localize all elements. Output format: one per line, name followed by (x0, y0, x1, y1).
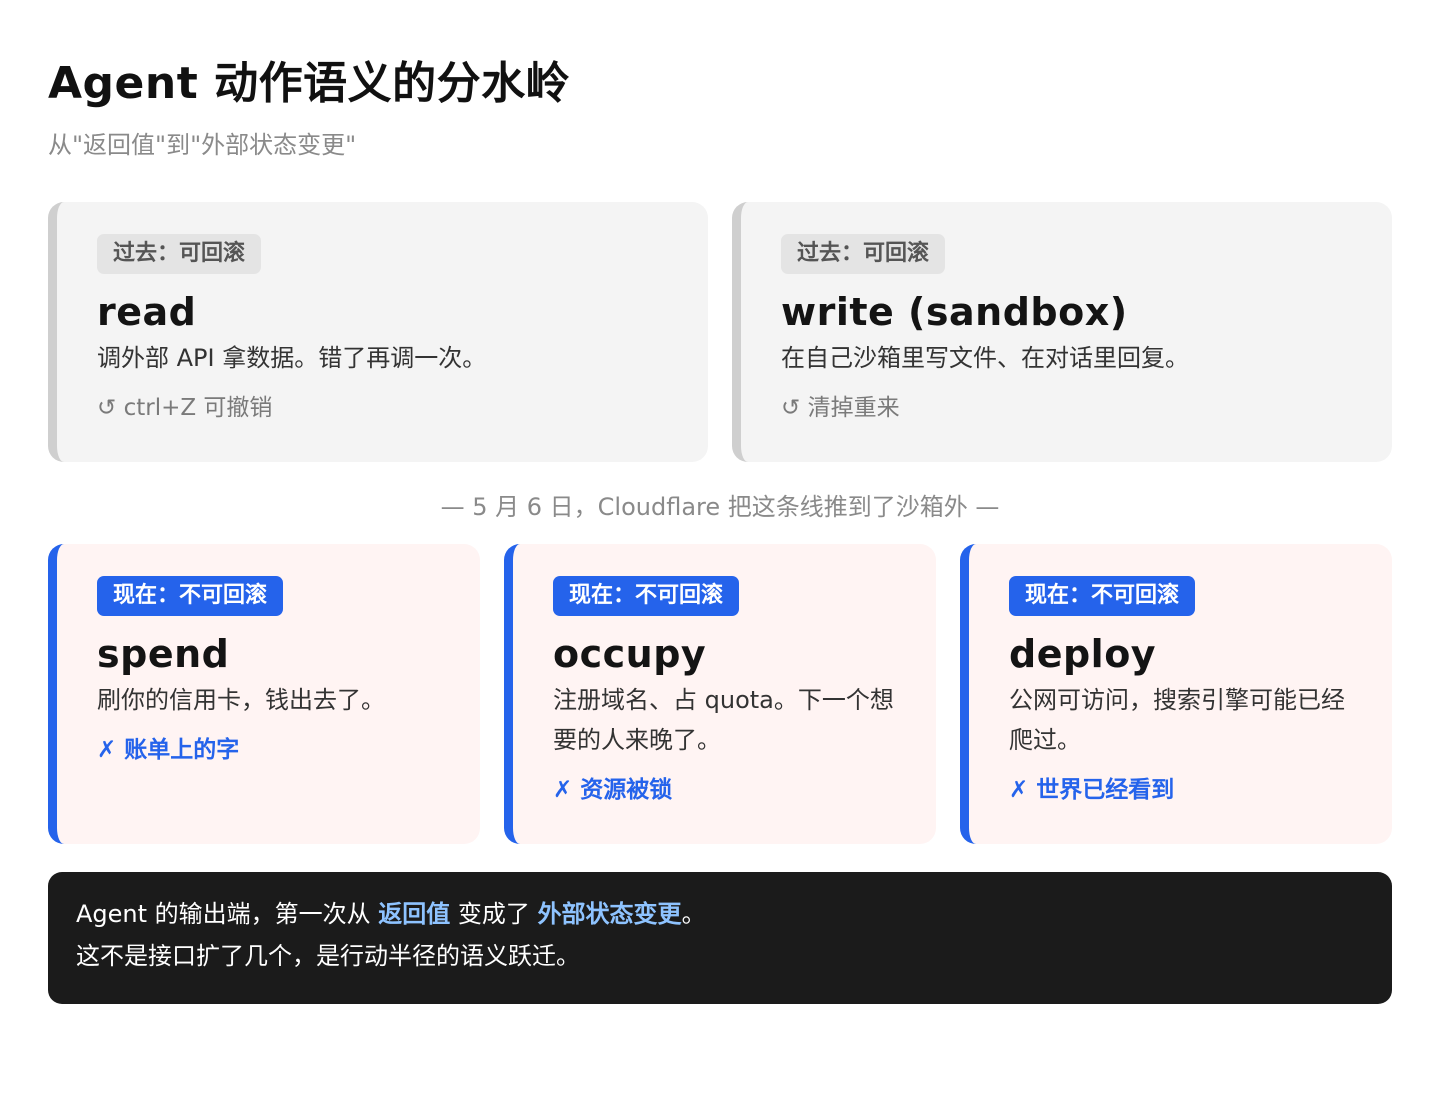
now-badge: 现在：不可回滚 (1009, 576, 1196, 616)
card-description: 调外部 API 拿数据。错了再调一次。 (97, 344, 487, 372)
card-description: 在自己沙箱里写文件、在对话里回复。 (781, 344, 1189, 372)
card-description: 注册域名、占 quota。下一个想要的人来晚了。 (553, 686, 894, 754)
page-title: Agent 动作语义的分水岭 (48, 58, 571, 109)
summary-text: 。 (681, 900, 706, 928)
page-subtitle: 从"返回值"到"外部状态变更" (48, 131, 357, 159)
card-description: 公网可访问，搜索引擎可能已经爬过。 (1009, 686, 1345, 754)
past-cards-row: 过去：可回滚 read 调外部 API 拿数据。错了再调一次。 ↺ ctrl+Z… (48, 202, 1392, 462)
card-deploy: 现在：不可回滚 deploy 公网可访问，搜索引擎可能已经爬过。 ✗ 世界已经看… (960, 544, 1392, 844)
card-verb: read (97, 290, 197, 334)
card-description: 刷你的信用卡，钱出去了。 (97, 686, 385, 714)
summary-line-1: Agent 的输出端，第一次从 返回值 变成了 外部状态变更。 (76, 893, 1364, 935)
card-verb: occupy (553, 632, 707, 676)
card-occupy: 现在：不可回滚 occupy 注册域名、占 quota。下一个想要的人来晚了。 … (504, 544, 936, 844)
summary-highlight-state-change: 外部状态变更 (537, 900, 682, 928)
summary-text: Agent 的输出端，第一次从 (76, 900, 379, 928)
card-read: 过去：可回滚 read 调外部 API 拿数据。错了再调一次。 ↺ ctrl+Z… (48, 202, 708, 462)
card-write-sandbox: 过去：可回滚 write (sandbox) 在自己沙箱里写文件、在对话里回复。… (732, 202, 1392, 462)
card-note: ↺ ctrl+Z 可撤销 (97, 395, 273, 421)
summary-box: Agent 的输出端，第一次从 返回值 变成了 外部状态变更。 这不是接口扩了几… (48, 872, 1392, 1004)
summary-text: 变成了 (450, 900, 538, 928)
summary-highlight-return-value: 返回值 (378, 900, 451, 928)
past-badge: 过去：可回滚 (97, 234, 262, 274)
summary-line-2: 这不是接口扩了几个，是行动半径的语义跃迁。 (76, 942, 580, 970)
card-note: ✗ 账单上的字 (97, 737, 240, 763)
card-spend: 现在：不可回滚 spend 刷你的信用卡，钱出去了。 ✗ 账单上的字 (48, 544, 480, 844)
now-cards-row: 现在：不可回滚 spend 刷你的信用卡，钱出去了。 ✗ 账单上的字 现在：不可… (48, 544, 1392, 844)
card-note: ✗ 资源被锁 (553, 777, 673, 803)
timeline-divider: — 5 月 6 日，Cloudflare 把这条线推到了沙箱外 — (440, 493, 1000, 521)
card-verb: write (sandbox) (781, 290, 1128, 334)
now-badge: 现在：不可回滚 (97, 576, 284, 616)
card-note: ✗ 世界已经看到 (1009, 777, 1175, 803)
card-note: ↺ 清掉重来 (781, 395, 900, 421)
card-verb: spend (97, 632, 230, 676)
card-verb: deploy (1009, 632, 1157, 676)
page: Agent 动作语义的分水岭 从"返回值"到"外部状态变更" 过去：可回滚 re… (0, 0, 1440, 1118)
past-badge: 过去：可回滚 (781, 234, 946, 274)
now-badge: 现在：不可回滚 (553, 576, 740, 616)
